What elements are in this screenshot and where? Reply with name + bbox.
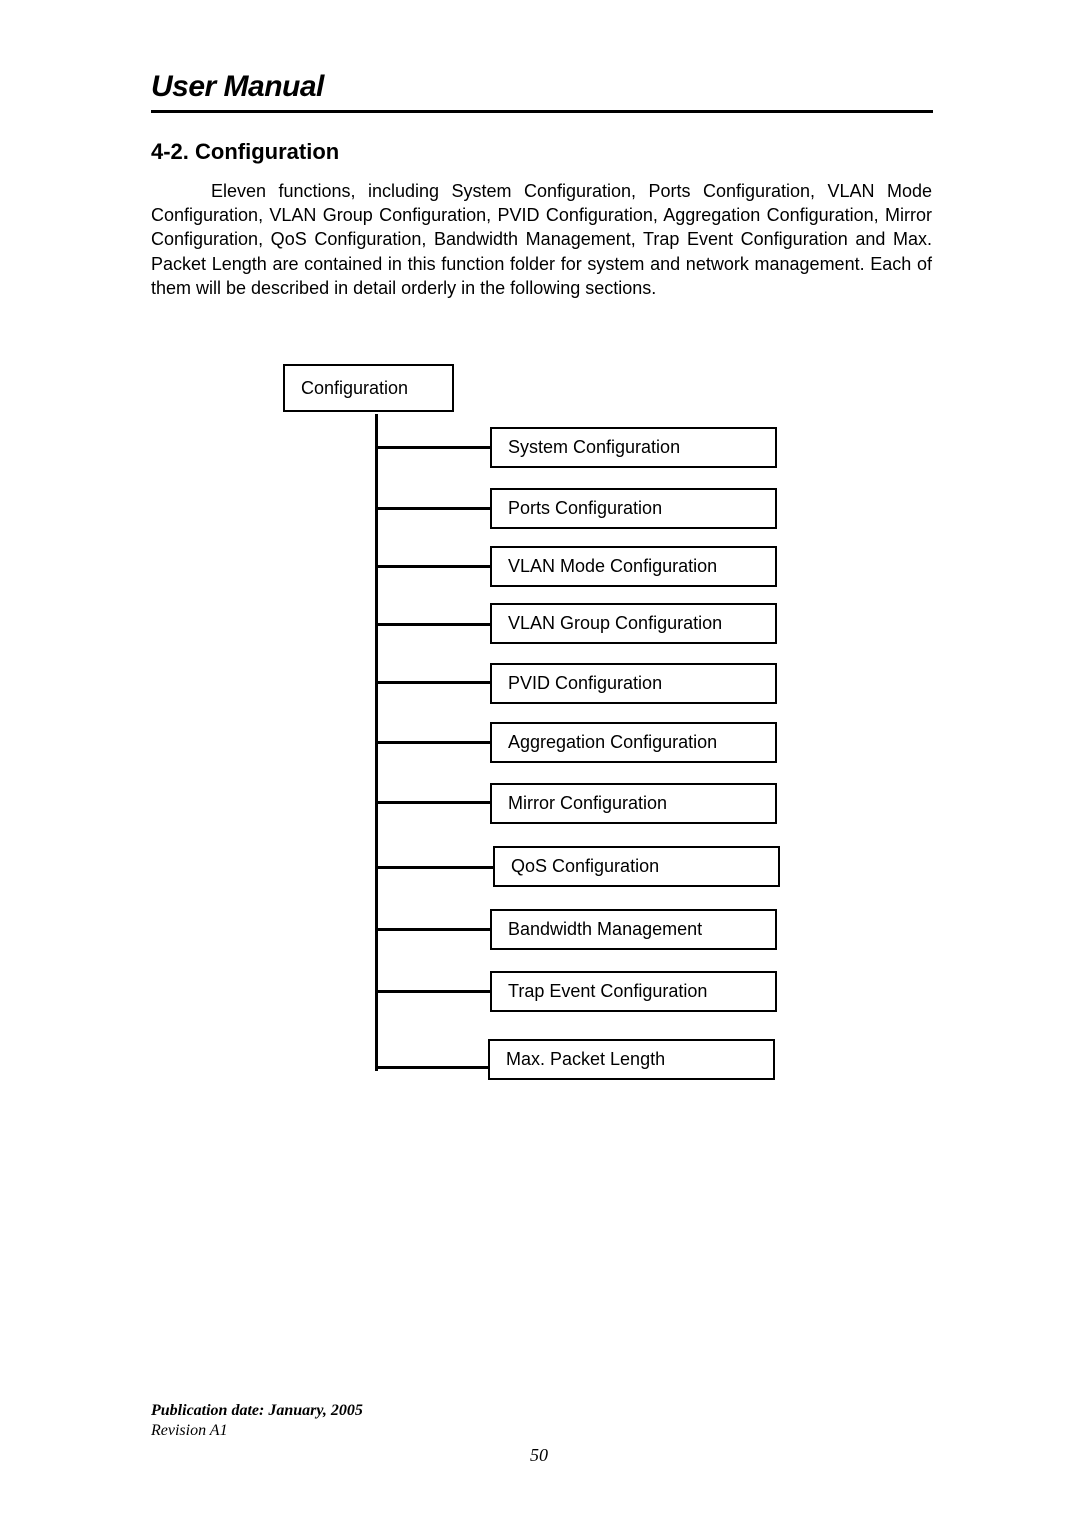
tree-node-mirror-configuration: Mirror Configuration (490, 783, 777, 824)
tree-node-vlan-group-configuration: VLAN Group Configuration (490, 603, 777, 644)
tree-node-label: Max. Packet Length (506, 1049, 666, 1069)
tree-branch-line (377, 681, 491, 684)
publication-date: Publication date: January, 2005 (151, 1402, 363, 1419)
tree-node-label: VLAN Group Configuration (508, 613, 723, 633)
page-number: 50 (530, 1445, 548, 1465)
tree-branch-line (377, 1066, 489, 1069)
tree-node-aggregation-configuration: Aggregation Configuration (490, 722, 777, 763)
tree-node-label: System Configuration (508, 437, 681, 457)
tree-node-label: Ports Configuration (508, 498, 663, 518)
tree-branch-line (377, 507, 491, 510)
tree-branch-line (377, 623, 491, 626)
tree-node-pvid-configuration: PVID Configuration (490, 663, 777, 704)
tree-node-label: Mirror Configuration (508, 793, 668, 813)
tree-node-trap-event-configuration: Trap Event Configuration (490, 971, 777, 1012)
configuration-tree-diagram: Configuration System Configuration Ports… (0, 0, 1080, 1526)
tree-node-label: Bandwidth Management (508, 919, 703, 939)
tree-branch-line (377, 928, 491, 931)
tree-node-vlan-mode-configuration: VLAN Mode Configuration (490, 546, 777, 587)
tree-node-label: QoS Configuration (511, 856, 660, 876)
tree-node-label: PVID Configuration (508, 673, 663, 693)
tree-branch-line (377, 741, 491, 744)
tree-node-max-packet-length: Max. Packet Length (488, 1039, 775, 1080)
tree-branch-line (377, 446, 491, 449)
tree-node-label: VLAN Mode Configuration (508, 556, 718, 576)
revision-label: Revision A1 (151, 1422, 228, 1439)
tree-node-bandwidth-management: Bandwidth Management (490, 909, 777, 950)
tree-root-node: Configuration (283, 364, 454, 412)
tree-node-label: Trap Event Configuration (508, 981, 708, 1001)
tree-branch-line (377, 565, 491, 568)
tree-node-label: Aggregation Configuration (508, 732, 718, 752)
tree-branch-line (377, 990, 490, 993)
tree-branch-line (377, 866, 494, 869)
tree-branch-line (377, 801, 491, 804)
tree-root-label: Configuration (301, 377, 409, 398)
tree-node-qos-configuration: QoS Configuration (493, 846, 780, 887)
tree-node-system-configuration: System Configuration (490, 427, 777, 468)
tree-node-ports-configuration: Ports Configuration (490, 488, 777, 529)
